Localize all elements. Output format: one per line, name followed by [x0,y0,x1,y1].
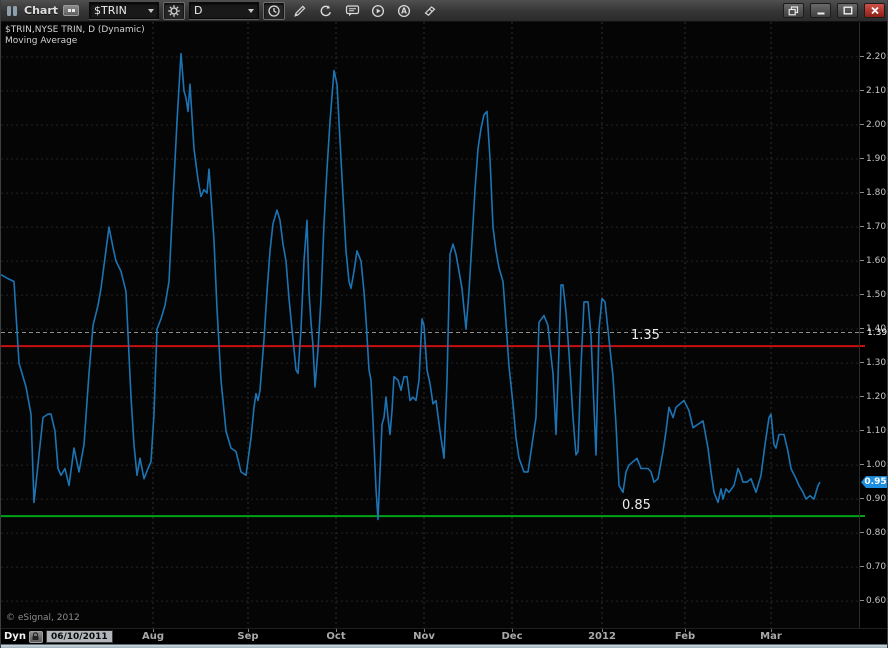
chart-window-icon [7,5,17,16]
trin-price-line[interactable] [1,52,821,521]
auto-a-circle-button[interactable]: A [393,2,415,20]
resistance-line-label: 1.35 [631,328,660,344]
reload-button[interactable] [315,2,337,20]
maximize-icon [843,6,852,15]
quote-bubble-icon [345,4,359,16]
window-title-area: Chart [5,4,80,18]
resistance-line-axis-marker [860,345,865,348]
support-line-label: 0.85 [622,498,651,514]
svg-text:A: A [401,6,407,15]
x-axis-label: Feb [674,631,696,642]
y-axis-tick-label: 1.20 [860,392,887,402]
lock-icon [32,632,39,640]
y-axis-tick-label: 2.20 [860,52,887,62]
interval-combo[interactable]: D [189,2,260,19]
window-title: Chart [24,4,59,17]
legend-symbol: $TRIN,NYSE TRIN, D (Dynamic) [5,25,145,35]
play-circle-icon [371,4,385,17]
eraser-button[interactable] [419,2,441,20]
quote-bubble-button[interactable] [341,2,363,20]
window-bottom-edge[interactable] [1,644,887,648]
symbol-combo[interactable]: $TRIN [89,2,160,19]
minimize-button[interactable] [810,3,831,18]
reload-icon [320,4,331,16]
symbol-lookup-button[interactable] [163,1,186,20]
y-axis-tick-label: 1.60 [860,256,887,266]
y-axis-tick-label: 0.60 [860,596,887,606]
maximize-button[interactable] [837,3,858,18]
interval-combo-value: D [194,4,203,17]
legend: $TRIN,NYSE TRIN, D (Dynamic) Moving Aver… [5,25,145,47]
play-circle-button[interactable] [367,2,389,20]
restore-down-icon [788,5,799,15]
clock-icon [268,4,280,17]
x-axis-label: Mar [760,631,782,642]
y-axis-tick-label: 0.70 [860,562,887,572]
price-plot-svg[interactable] [1,22,859,628]
symbol-lookup-icon [168,4,180,17]
restore-down-button[interactable] [783,3,804,18]
y-axis-tick-label: 1.00 [860,460,887,470]
copyright-text: © eSignal, 2012 [6,613,80,623]
x-axis-label: Nov [413,631,435,642]
y-axis-tick-label: 1.50 [860,290,887,300]
price-axis[interactable]: 2.20 2.10 2.00 1.90 1.80 1.70 1.60 1.50 1.40 1.30… [859,22,887,628]
y-axis-tick-label: 1.80 [860,188,887,198]
time-axis[interactable]: Dyn 06/10/2011 Aug Sep Oct Nov Dec 2012 Feb Mar [1,628,887,644]
y-axis-tick-label: 0.90 [860,494,887,504]
legend-study: Moving Average [5,36,78,46]
chevron-down-icon [248,8,255,13]
y-axis-tick-label: 2.10 [860,86,887,96]
close-icon [870,6,879,15]
y-axis-tick-label: 0.80 [860,528,887,538]
y-axis-tick-label: 2.00 [860,120,887,130]
chart-region: $TRIN,NYSE TRIN, D (Dynamic) Moving Aver… [1,22,887,628]
draw-pencil-button[interactable] [289,2,311,20]
x-axis-label: 2012 [588,631,616,642]
y-axis-tick-label: 1.30 [860,358,887,368]
eraser-icon [424,5,436,16]
x-axis-label: Oct [326,631,346,642]
chart-window: Chart $TRIN D A $TRIN,NYSE TRIN, D (Dyna… [0,0,888,648]
y-axis-tick-label: 1.10 [860,426,887,436]
symbol-combo-value: $TRIN [94,4,127,17]
symbol-link-badge[interactable] [63,5,80,16]
price-plot[interactable]: $TRIN,NYSE TRIN, D (Dynamic) Moving Aver… [1,22,859,628]
support-line-axis-marker [860,515,865,518]
x-axis-label: Dec [501,631,523,642]
x-axis-label: Aug [141,631,165,642]
y-axis-tick-label: 1.90 [860,154,887,164]
moving-average-value-label: 1.39 [860,328,887,338]
last-value-badge: 0.95 [861,476,887,489]
a-circle-icon: A [397,4,411,17]
toolbar: Chart $TRIN D A [1,0,887,22]
y-axis-tick-label: 1.70 [860,222,887,232]
x-axis-label: Sep [237,631,259,642]
interval-clock-button[interactable] [263,1,286,20]
goto-date-field[interactable]: 06/10/2011 [45,630,113,643]
close-button[interactable] [864,3,885,18]
dyn-mode-label: Dyn [4,631,26,642]
pencil-icon [294,5,306,17]
lock-button[interactable] [28,630,43,643]
chevron-down-icon [148,8,155,13]
minimize-icon [817,12,824,15]
